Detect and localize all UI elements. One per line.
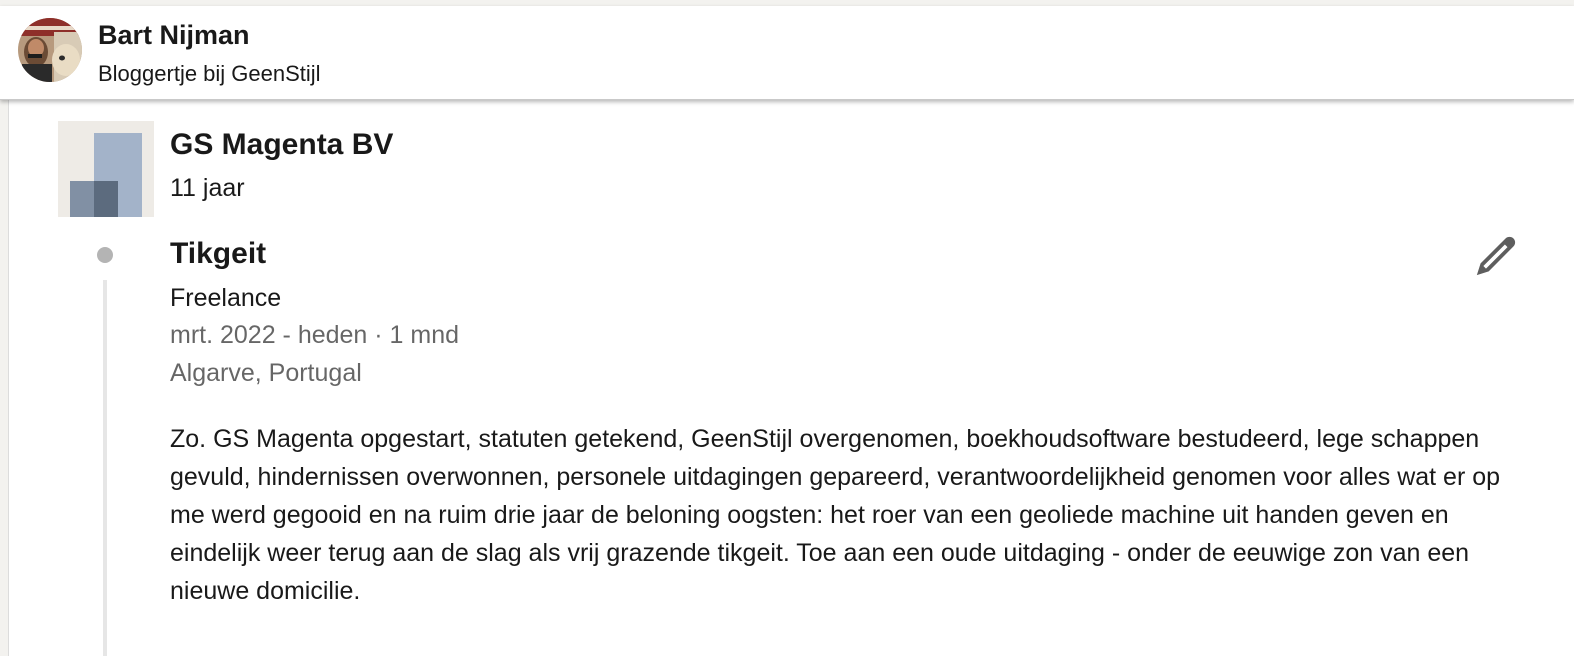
profile-sticky-header: Bart Nijman Bloggertje bij GeenStijl [0, 6, 1574, 100]
edit-position-button[interactable] [1470, 230, 1522, 282]
position-description: Zo. GS Magenta opgestart, statuten getek… [170, 425, 1501, 605]
profile-headline: Bloggertje bij GeenStijl [98, 61, 321, 86]
left-page-gutter [0, 99, 9, 656]
company-logo[interactable] [58, 121, 154, 217]
position-date-range: mrt. 2022 - heden · 1 mnd [170, 321, 460, 349]
profile-name[interactable]: Bart Nijman [98, 20, 250, 51]
company-name[interactable]: GS Magenta BV [170, 128, 393, 162]
pencil-icon [1476, 236, 1516, 276]
position-location: Algarve, Portugal [170, 359, 362, 387]
avatar-photo [18, 18, 82, 82]
company-duration: 11 jaar [170, 174, 245, 202]
employment-type: Freelance [170, 284, 282, 312]
position-title: Tikgeit [170, 237, 267, 270]
timeline-dot [97, 247, 113, 263]
company-placeholder-logo-icon [58, 121, 154, 217]
avatar[interactable] [18, 18, 82, 82]
timeline-line [103, 280, 107, 656]
